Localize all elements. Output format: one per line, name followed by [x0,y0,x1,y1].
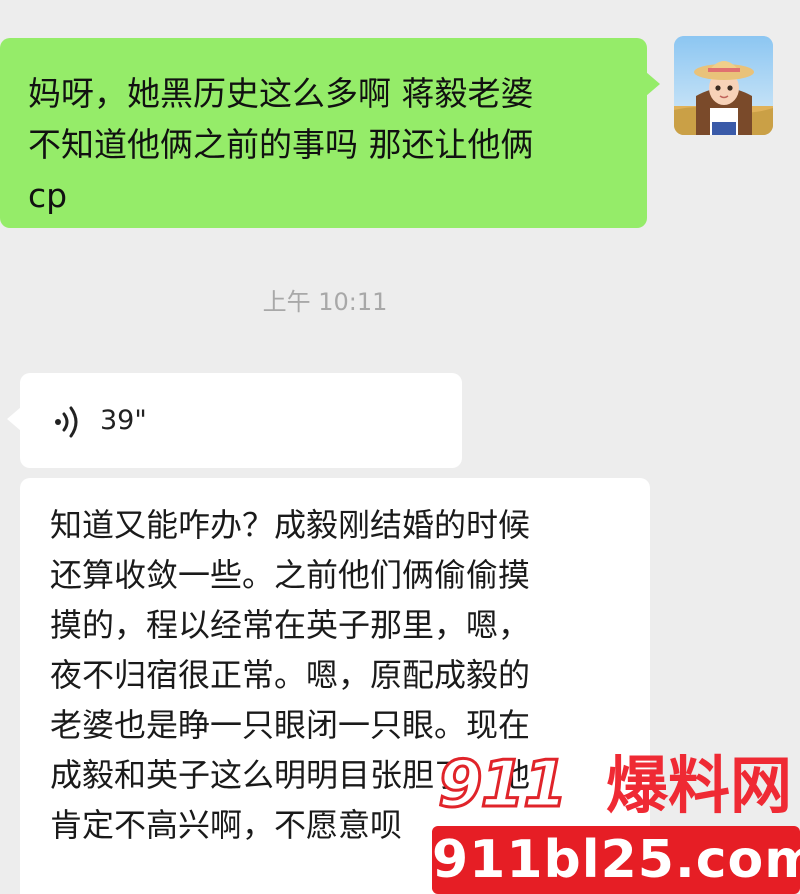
outgoing-message-bubble[interactable]: 妈呀，她黑历史这么多啊 蒋毅老婆 不知道他俩之前的事吗 那还让他俩 cp [0,38,660,228]
voice-duration: 39" [100,405,147,436]
message-timestamp: 上午 10:11 [262,288,388,316]
watermark-url: 911bl25.com [432,826,800,894]
watermark-logo: 911 爆料网 [432,744,800,826]
outgoing-message-line: 妈呀，她黑历史这么多啊 蒋毅老婆 [28,74,534,113]
site-watermark: 911 爆料网 911bl25.com [432,744,800,894]
voice-wave-icon [55,406,78,438]
outgoing-message-line: cp [28,176,68,215]
watermark-number: 911 [437,747,570,824]
incoming-message-line: 还算收敛一些。之前他们俩偷偷摸 [50,556,531,594]
outgoing-message-line: 不知道他俩之前的事吗 那还让他俩 [28,125,534,164]
user-avatar[interactable] [674,36,773,135]
watermark-chinese-text: 爆料网 [606,749,793,822]
incoming-message-line: 夜不归宿很正常。嗯，原配成毅的 [50,656,531,694]
incoming-message-line: 摸的，程以经常在英子那里，嗯， [50,606,531,644]
voice-message-bubble[interactable]: 39" [7,373,462,468]
incoming-message-line: 老婆也是睁一只眼闭一只眼。现在 [50,706,531,744]
incoming-message-line: 知道又能咋办？成毅刚结婚的时候 [50,506,531,544]
avatar-image [674,36,773,135]
